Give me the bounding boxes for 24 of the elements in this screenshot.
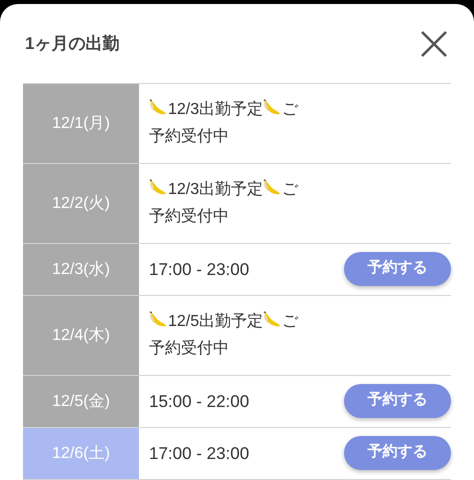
dialog-title: 1ヶ月の出勤 — [25, 32, 120, 55]
date-cell: 12/1(月) — [23, 84, 139, 163]
schedule-note: 12/3出勤予定 ご 予約受付中 — [149, 176, 298, 230]
reserve-button[interactable]: 予約する — [344, 252, 451, 286]
date-cell: 12/5(金) — [23, 376, 139, 427]
banana-icon — [149, 98, 168, 116]
reserve-button[interactable]: 予約する — [344, 436, 451, 470]
schedule-note: 12/3出勤予定 ご 予約受付中 — [149, 96, 298, 150]
date-cell: 12/2(火) — [23, 164, 139, 243]
date-cell: 12/4(木) — [23, 296, 139, 375]
banana-icon — [149, 310, 168, 328]
banana-icon — [263, 178, 282, 196]
close-button[interactable] — [419, 28, 449, 58]
reserve-button[interactable]: 予約する — [344, 384, 451, 418]
shift-time: 17:00 - 23:00 — [149, 258, 250, 281]
schedule-note: 12/5出勤予定 ご 予約受付中 — [149, 308, 298, 362]
shift-time: 15:00 - 22:00 — [149, 390, 250, 413]
banana-icon — [263, 310, 282, 328]
date-cell: 12/3(水) — [23, 244, 139, 295]
banana-icon — [149, 178, 168, 196]
shift-time: 17:00 - 23:00 — [149, 442, 250, 465]
close-icon — [421, 30, 447, 56]
date-cell: 12/6(土) — [23, 428, 139, 479]
banana-icon — [263, 98, 282, 116]
